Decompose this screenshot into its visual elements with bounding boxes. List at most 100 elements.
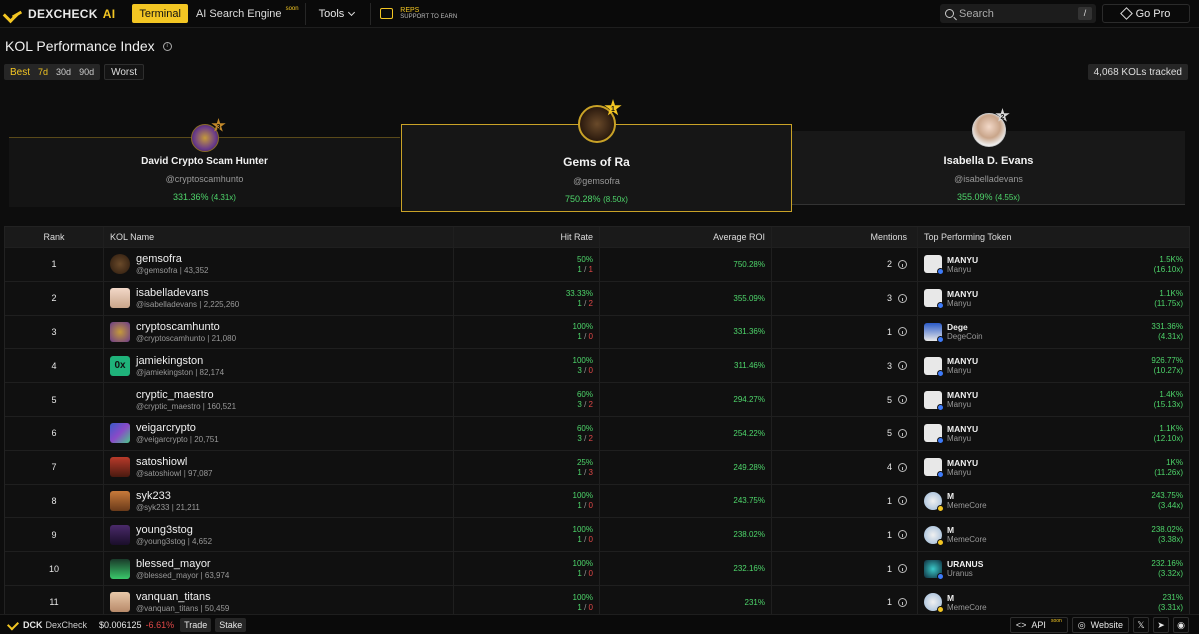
api-button[interactable]: <> API soon — [1009, 617, 1068, 633]
filter-best[interactable]: Best — [7, 67, 33, 78]
row-top-token[interactable]: MANYU Manyu 1.5K% (16.10x) — [917, 248, 1189, 281]
stake-button[interactable]: Stake — [215, 617, 247, 632]
code-icon: <> — [1015, 620, 1027, 630]
row-top-token[interactable]: M MemeCore 243.75% (3.44x) — [917, 484, 1189, 518]
trade-button[interactable]: Trade — [180, 617, 212, 632]
discord-icon[interactable]: ◉ — [1173, 617, 1189, 633]
kol-name[interactable]: satoshiowl — [136, 456, 212, 468]
filter-7d[interactable]: 7d — [35, 67, 51, 77]
go-pro-button[interactable]: Go Pro — [1102, 4, 1190, 23]
table-row[interactable]: 6 veigarcrypto @veigarcrypto | 20,751 60% 3 … — [5, 415, 1189, 450]
row-kol[interactable]: syk233 @syk233 | 21,211 — [103, 484, 453, 518]
row-mentions: 1 — [771, 484, 917, 518]
row-kol[interactable]: cryptic_maestro @cryptic_maestro | 160,52… — [103, 383, 453, 416]
dexcheck-logo[interactable]: DEXCHECK AI — [5, 7, 115, 21]
info-icon[interactable] — [898, 395, 907, 405]
row-kol[interactable]: cryptoscamhunto @cryptoscamhunto | 21,080 — [103, 315, 453, 349]
info-icon[interactable] — [898, 564, 907, 574]
kol-name[interactable]: jamiekingston — [136, 355, 224, 367]
row-mentions: 5 — [771, 383, 917, 416]
x-twitter-icon[interactable]: 𝕏 — [1133, 617, 1149, 633]
table-row[interactable]: 3 cryptoscamhunto @cryptoscamhunto | 21,08… — [5, 314, 1189, 349]
average-roi-value: 238.02% — [733, 530, 765, 540]
filter-worst[interactable]: Worst — [104, 64, 145, 80]
filter-90d[interactable]: 90d — [76, 67, 97, 77]
ai-search-engine-tab[interactable]: AI Search Engine soon — [190, 2, 306, 25]
info-icon[interactable] — [898, 530, 907, 540]
search-input[interactable]: Search / — [940, 4, 1096, 23]
filter-30d[interactable]: 30d — [53, 67, 74, 77]
table-row[interactable]: 2 isabelladevans @isabelladevans | 2,225,2… — [5, 280, 1189, 315]
table-row[interactable]: 1 gemsofra @gemsofra | 43,352 50% 1 / 1 750.2… — [5, 247, 1189, 281]
header-top-token[interactable]: Top Performing Token — [917, 227, 1189, 247]
tools-menu[interactable]: Tools — [319, 2, 372, 25]
row-kol[interactable]: satoshiowl @satoshiowl | 97,087 — [103, 450, 453, 484]
row-top-token[interactable]: MANYU Manyu 1.1K% (11.75x) — [917, 281, 1189, 315]
info-icon[interactable] — [898, 361, 907, 371]
terminal-tab[interactable]: Terminal — [132, 4, 188, 23]
header-kol-name[interactable]: KOL Name — [103, 227, 453, 247]
table-row[interactable]: 9 young3stog @young3stog | 4,652 100% 1 / 0 2… — [5, 517, 1189, 552]
info-icon[interactable] — [898, 597, 907, 607]
header-mentions[interactable]: Mentions — [771, 227, 917, 247]
kol-name[interactable]: veigarcrypto — [136, 422, 219, 434]
table-row[interactable]: 7 satoshiowl @satoshiowl | 97,087 25% 1 / 32… — [5, 449, 1189, 484]
kol-name[interactable]: cryptic_maestro — [136, 389, 236, 401]
token-name: Manyu — [947, 467, 972, 477]
table-row[interactable]: 4 0x jamiekingston @jamiekingston | 82,174 1… — [5, 348, 1189, 383]
token-name: Manyu — [947, 264, 972, 274]
website-button[interactable]: ◎ Website — [1071, 617, 1129, 633]
hit-rate-percent: 33.33% — [565, 288, 593, 298]
filter-bar: Best 7d 30d 90d Worst — [4, 64, 145, 80]
reps-link[interactable]: REPS SUPPORT TO EARN — [380, 7, 457, 20]
hit-rate-percent: 100% — [572, 322, 593, 332]
row-kol[interactable]: isabelladevans @isabelladevans | 2,225,26… — [103, 281, 453, 315]
table-row[interactable]: 10 blessed_mayor @blessed_mayor | 63,974 10… — [5, 551, 1189, 585]
info-icon[interactable]: i — [162, 41, 172, 51]
row-top-token[interactable]: MANYU Manyu 1K% (11.26x) — [917, 450, 1189, 484]
hit-losses: 0 — [588, 366, 593, 376]
row-hit-rate: 100% 1 / 0 — [453, 484, 599, 518]
kol-name[interactable]: young3stog — [136, 524, 212, 536]
average-roi-value: 232.16% — [733, 564, 765, 574]
kol-name[interactable]: cryptoscamhunto — [136, 321, 236, 333]
telegram-icon[interactable]: ➤ — [1153, 617, 1169, 633]
hit-rate-record: 1 / 0 — [577, 535, 593, 545]
info-icon[interactable] — [898, 259, 907, 269]
header-average-roi[interactable]: Average ROI — [599, 227, 771, 247]
row-top-token[interactable]: Dege DegeCoin 331.36% (4.31x) — [917, 315, 1189, 349]
token-name: MemeCore — [947, 501, 987, 511]
kol-name[interactable]: isabelladevans — [136, 287, 239, 299]
header-hit-rate[interactable]: Hit Rate — [453, 227, 599, 247]
info-icon[interactable] — [898, 428, 907, 438]
kol-name[interactable]: syk233 — [136, 490, 200, 502]
table-row[interactable]: 5 cryptic_maestro @cryptic_maestro | 160,5… — [5, 382, 1189, 416]
row-top-token[interactable]: MANYU Manyu 926.77% (10.27x) — [917, 349, 1189, 383]
table-row[interactable]: 8 syk233 @syk233 | 21,211 100% 1 / 0 243.75% 1… — [5, 483, 1189, 518]
kol-name[interactable]: vanquan_titans — [136, 591, 229, 603]
kol-name[interactable]: blessed_mayor — [136, 558, 229, 570]
info-icon[interactable] — [898, 293, 907, 303]
row-kol[interactable]: gemsofra @gemsofra | 43,352 — [103, 248, 453, 281]
average-roi-value: 750.28% — [733, 259, 765, 269]
info-icon[interactable] — [898, 462, 907, 472]
row-kol[interactable]: blessed_mayor @blessed_mayor | 63,974 — [103, 552, 453, 585]
token-avatar — [924, 458, 944, 479]
token-roi: 1.5K% — [1159, 254, 1183, 264]
row-average-roi: 249.28% — [599, 450, 771, 484]
row-top-token[interactable]: MANYU Manyu 1.4K% (15.13x) — [917, 383, 1189, 416]
row-top-token[interactable]: URANUS Uranus 232.16% (3.32x) — [917, 552, 1189, 585]
row-kol[interactable]: young3stog @young3stog | 4,652 — [103, 518, 453, 552]
header-rank[interactable]: Rank — [5, 232, 103, 242]
info-icon[interactable] — [898, 327, 907, 337]
token-ticker: DCK — [23, 619, 43, 630]
row-kol[interactable]: 0x jamiekingston @jamiekingston | 82,174 — [103, 349, 453, 383]
token-name: Manyu — [947, 366, 972, 376]
row-top-token[interactable]: M MemeCore 238.02% (3.38x) — [917, 518, 1189, 552]
info-icon[interactable] — [898, 496, 907, 506]
kol-info: cryptoscamhunto @cryptoscamhunto | 21,080 — [136, 321, 236, 343]
kol-name[interactable]: gemsofra — [136, 253, 208, 265]
row-top-token[interactable]: MANYU Manyu 1.1K% (12.10x) — [917, 416, 1189, 450]
hit-rate-record: 3 / 2 — [577, 433, 593, 443]
row-kol[interactable]: veigarcrypto @veigarcrypto | 20,751 — [103, 416, 453, 450]
